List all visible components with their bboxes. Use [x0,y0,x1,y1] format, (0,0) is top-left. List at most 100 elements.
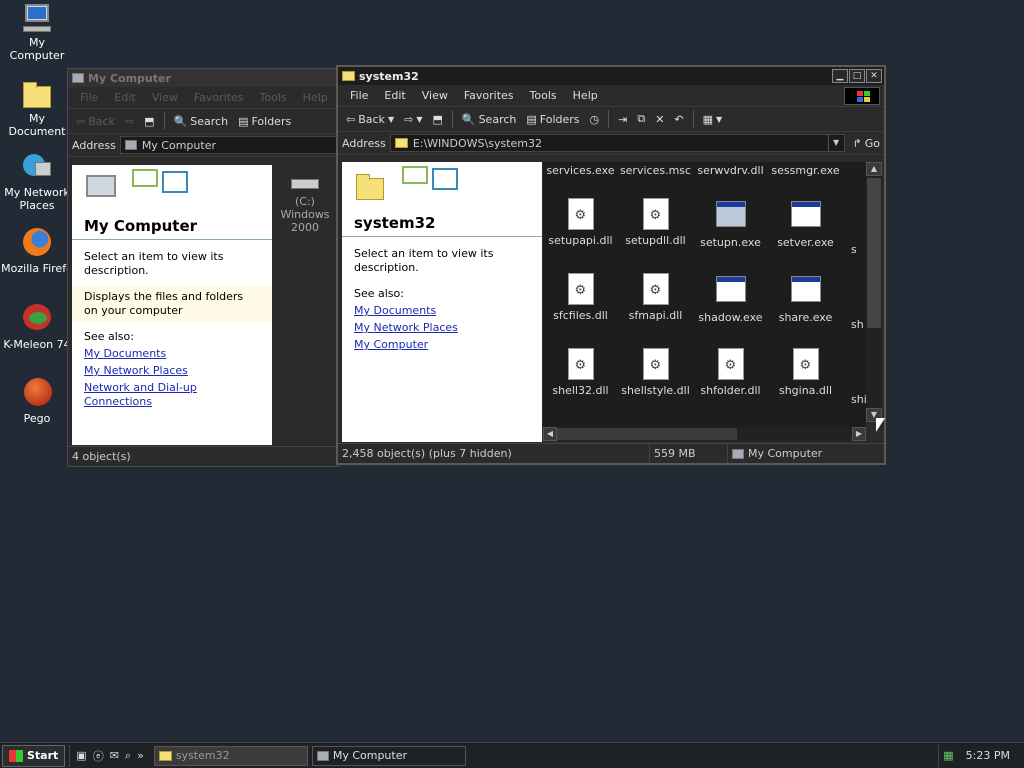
up-folder-button[interactable]: ⬒ [140,111,158,131]
desktop-icon-firefox[interactable]: Mozilla Firefo [0,228,74,275]
my-computer-task-panel: My Computer Select an item to view its d… [72,165,272,445]
forward-button[interactable]: ⇨ ▼ [400,109,426,129]
address-input[interactable]: E:\WINDOWS\system32 ▼ [389,134,845,152]
address-input[interactable]: My Computer [119,136,338,154]
menu-edit[interactable]: Edit [106,91,143,104]
up-folder-button[interactable]: ⬒ [428,109,446,129]
scroll-right-button[interactable]: ▶ [852,427,866,441]
file-item[interactable]: s [843,198,866,256]
menu-help[interactable]: Help [565,89,606,102]
desktop-icon-my-documents[interactable]: My Document [0,78,74,138]
file-list-view[interactable]: services.exe services.msc serwvdrv.dll sess… [543,162,866,427]
file-item[interactable]: ⚙ shell32.dll [543,348,618,397]
close-button[interactable]: ✕ [866,69,882,83]
dropdown-arrow-icon: ▼ [716,114,723,124]
address-dropdown-icon[interactable]: ▼ [827,135,844,151]
menu-edit[interactable]: Edit [376,89,413,102]
file-item[interactable]: ⚙ shellstyle.dll [618,348,693,397]
menu-favorites[interactable]: Favorites [456,89,522,102]
file-item[interactable]: ⚙ sfcfiles.dll [543,273,618,322]
show-desktop-icon[interactable]: ▣ [76,749,86,762]
delete-button[interactable]: ✕ [651,109,668,129]
menu-tools[interactable]: Tools [522,89,565,102]
taskbar-button-system32[interactable]: system32 [153,745,308,766]
file-item[interactable]: ⚙ shfolder.dll [693,348,768,397]
internet-explorer-icon[interactable]: ⓔ [93,748,104,764]
folders-button[interactable]: ▤ Folders [522,109,583,129]
file-item[interactable]: ⚙ shgina.dll [768,348,843,397]
more-chevron-icon[interactable]: » [137,749,144,762]
forward-button[interactable]: ⇨ [121,111,138,131]
system32-window[interactable]: system32 ▁ □ ✕ File Edit View Favorites … [336,65,886,465]
scroll-thumb[interactable] [557,428,737,440]
link-my-network-places[interactable]: My Network Places [84,364,260,378]
move-to-button[interactable]: ⇥ [614,109,631,129]
link-my-documents[interactable]: My Documents [354,304,530,318]
file-item[interactable]: sh [843,273,866,331]
search-button[interactable]: 🔍 Search [458,109,521,129]
file-item[interactable]: seth [843,164,866,177]
my-computer-titlebar[interactable]: My Computer [68,69,338,87]
up-folder-icon: ⬒ [432,112,443,126]
taskbar-button-my-computer[interactable]: My Computer [311,745,466,766]
system32-titlebar[interactable]: system32 ▁ □ ✕ [338,67,884,85]
file-item[interactable]: setupn.exe [693,198,768,249]
search-button[interactable]: 🔍 Search [170,111,233,131]
undo-icon: ↶ [674,112,684,126]
file-item[interactable]: ⚙ setupdll.dll [618,198,693,247]
menu-file[interactable]: File [342,89,376,102]
file-item[interactable]: ⚙ setupapi.dll [543,198,618,247]
desktop-icon-kmeleon[interactable]: K-Meleon 74 [0,304,74,351]
file-item[interactable]: shadow.exe [693,273,768,324]
dll-file-icon: ⚙ [792,348,819,380]
explorer-icon[interactable]: ⌕ [125,749,131,763]
vertical-scrollbar[interactable]: ▲ ▼ [866,162,882,422]
link-my-network-places[interactable]: My Network Places [354,321,530,335]
back-button[interactable]: ⇦ Back ▼ [342,109,398,129]
scroll-up-button[interactable]: ▲ [866,162,882,176]
file-item[interactable]: sessmgr.exe [768,164,843,177]
file-item[interactable]: shi [843,348,866,406]
outlook-icon[interactable]: ✉ [110,749,119,762]
scroll-left-button[interactable]: ◀ [543,427,557,441]
file-item[interactable]: services.exe [543,164,618,177]
back-button[interactable]: ⇦ Back [72,111,119,131]
desktop-icon-my-computer[interactable]: My Computer [0,2,74,62]
file-name: sfcfiles.dll [553,309,608,322]
file-name: setver.exe [777,236,834,249]
menu-favorites[interactable]: Favorites [186,91,252,104]
clock[interactable]: 5:23 PM [966,749,1010,762]
maximize-button[interactable]: □ [849,69,865,83]
undo-button[interactable]: ↶ [670,109,687,129]
file-item[interactable]: ⚙ sfmapi.dll [618,273,693,322]
history-button[interactable]: ◷ [586,109,604,129]
drive-item[interactable]: (C:) Windows 2000 [272,179,338,234]
menu-tools[interactable]: Tools [252,91,295,104]
link-my-documents[interactable]: My Documents [84,347,260,361]
minimize-button[interactable]: ▁ [832,69,848,83]
views-button[interactable]: ▦ ▼ [699,109,727,129]
menu-file[interactable]: File [72,91,106,104]
copy-to-button[interactable]: ⧉ [633,109,649,129]
desktop-icon-pego[interactable]: Pego [0,378,74,425]
menu-help[interactable]: Help [295,91,336,104]
file-item[interactable]: services.msc [618,164,693,177]
file-item[interactable]: setver.exe [768,198,843,249]
my-computer-window[interactable]: My Computer File Edit View Favorites Too… [67,68,339,467]
panel-title: My Computer [84,217,198,235]
network-tray-icon[interactable]: ▦ [943,749,953,762]
link-my-computer[interactable]: My Computer [354,338,530,352]
file-item[interactable]: serwvdrv.dll [693,164,768,177]
horizontal-scrollbar[interactable]: ◀ ▶ [543,427,866,441]
link-network-dialup[interactable]: Network and Dial-up Connections [84,381,260,409]
folders-button[interactable]: ▤ Folders [234,111,295,131]
file-item[interactable]: share.exe [768,273,843,324]
menu-view[interactable]: View [144,91,186,104]
go-button[interactable]: ↱ Go [849,133,884,153]
computer-icon [21,2,53,34]
start-button[interactable]: Start [2,744,66,767]
desktop-icon-network-places[interactable]: My Network Places [0,152,74,212]
system32-toolbar: ⇦ Back ▼ ⇨ ▼ ⬒ 🔍 Search ▤ Folders ◷ ⇥ ⧉ ✕ ↶ ▦… [338,107,884,132]
scroll-thumb[interactable] [867,178,881,328]
menu-view[interactable]: View [414,89,456,102]
